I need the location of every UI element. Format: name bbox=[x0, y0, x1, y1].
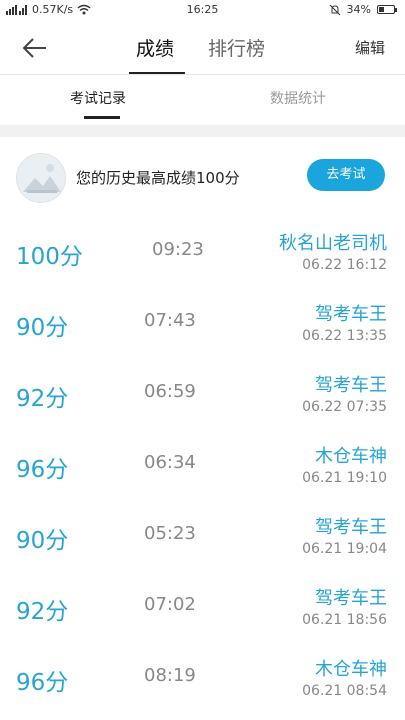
record-duration: 06:59 bbox=[144, 381, 196, 402]
best-score-card: 您的历史最高成绩100分 去考试 bbox=[0, 137, 405, 217]
record-datetime: 06.22 16:12 bbox=[302, 257, 387, 273]
status-right: 34% bbox=[329, 3, 397, 16]
record-row[interactable]: 90分 05:23 驾考车王 06.21 19:04 bbox=[0, 501, 405, 572]
arrow-left-icon bbox=[22, 38, 46, 58]
record-duration: 05:23 bbox=[144, 523, 196, 544]
record-user: 木仓车神 bbox=[315, 659, 387, 680]
record-row[interactable]: 96分 06:34 木仓车神 06.21 19:10 bbox=[0, 430, 405, 501]
back-button[interactable] bbox=[18, 32, 50, 64]
tab-ranking[interactable]: 排行榜 bbox=[208, 34, 265, 61]
record-datetime: 06.21 18:56 bbox=[302, 612, 387, 628]
record-score: 96分 bbox=[16, 457, 69, 483]
subtabs: 考试记录 数据统计 bbox=[0, 76, 405, 120]
battery-percent: 34% bbox=[346, 3, 371, 16]
section-divider bbox=[0, 125, 405, 137]
status-bar: 0.57K/s 16:25 34% bbox=[0, 0, 405, 20]
record-duration: 06:34 bbox=[144, 452, 196, 473]
image-placeholder-icon bbox=[17, 154, 65, 202]
record-score: 90分 bbox=[16, 315, 69, 341]
record-datetime: 06.22 07:35 bbox=[302, 399, 387, 415]
record-user: 木仓车神 bbox=[315, 446, 387, 467]
record-row[interactable]: 92分 07:02 驾考车王 06.21 18:56 bbox=[0, 572, 405, 643]
record-duration: 07:43 bbox=[144, 310, 196, 331]
avatar[interactable] bbox=[16, 153, 66, 203]
best-score-text: 您的历史最高成绩100分 bbox=[76, 169, 240, 187]
record-duration: 08:19 bbox=[144, 665, 196, 686]
edit-button[interactable]: 编辑 bbox=[355, 37, 385, 58]
record-duration: 07:02 bbox=[144, 594, 196, 615]
record-user: 驾考车王 bbox=[315, 588, 387, 609]
record-user: 驾考车王 bbox=[315, 304, 387, 325]
record-score: 92分 bbox=[16, 599, 69, 625]
record-user: 驾考车王 bbox=[315, 375, 387, 396]
bell-muted-icon bbox=[329, 4, 340, 15]
tab-statistics[interactable]: 数据统计 bbox=[270, 88, 326, 108]
record-user: 秋名山老司机 bbox=[279, 233, 387, 254]
record-user: 驾考车王 bbox=[315, 517, 387, 538]
record-duration: 09:23 bbox=[152, 239, 204, 260]
record-score: 96分 bbox=[16, 670, 69, 696]
record-datetime: 06.22 13:35 bbox=[302, 328, 387, 344]
header-divider bbox=[0, 74, 405, 75]
exam-records-list: 100分 09:23 秋名山老司机 06.22 16:12 90分 07:43 驾考车王 06… bbox=[0, 217, 405, 714]
battery-fill bbox=[379, 7, 385, 12]
record-score: 100分 bbox=[16, 244, 83, 270]
record-datetime: 06.21 19:04 bbox=[302, 541, 387, 557]
tab-exam-records[interactable]: 考试记录 bbox=[70, 88, 126, 108]
record-datetime: 06.21 19:10 bbox=[302, 470, 387, 486]
subtab-active-indicator bbox=[84, 116, 120, 119]
record-datetime: 06.21 08:54 bbox=[302, 683, 387, 699]
record-row[interactable]: 92分 06:59 驾考车王 06.22 07:35 bbox=[0, 359, 405, 430]
record-row[interactable]: 90分 07:43 驾考车王 06.22 13:35 bbox=[0, 288, 405, 359]
header: 成绩 排行榜 编辑 bbox=[0, 22, 405, 74]
record-row[interactable]: 96分 08:19 木仓车神 06.21 08:54 bbox=[0, 643, 405, 714]
battery-icon bbox=[377, 5, 397, 14]
record-score: 90分 bbox=[16, 528, 69, 554]
take-exam-button[interactable]: 去考试 bbox=[307, 159, 385, 191]
record-score: 92分 bbox=[16, 386, 69, 412]
tab-scores[interactable]: 成绩 bbox=[136, 34, 174, 61]
record-row[interactable]: 100分 09:23 秋名山老司机 06.22 16:12 bbox=[0, 217, 405, 288]
